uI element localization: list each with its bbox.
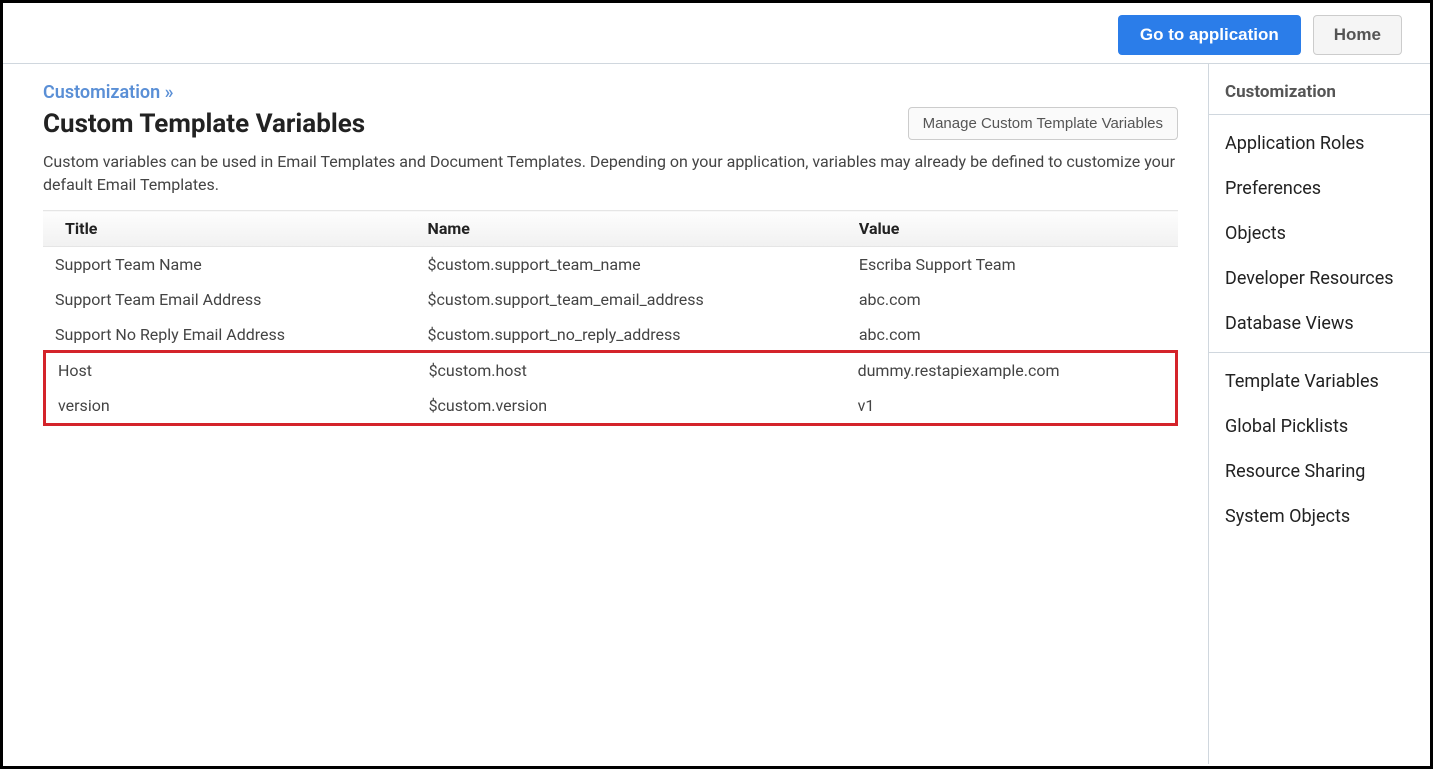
header-name: Name bbox=[418, 211, 849, 247]
layout: Customization » Custom Template Variable… bbox=[3, 63, 1430, 764]
sidebar-item-template-variables[interactable]: Template Variables bbox=[1209, 359, 1430, 404]
table-header-row: Title Name Value bbox=[43, 211, 1178, 247]
main-content: Customization » Custom Template Variable… bbox=[13, 64, 1208, 764]
cell-value: abc.com bbox=[849, 317, 1178, 352]
cell-name: $custom.support_team_email_address bbox=[418, 282, 849, 317]
table-row[interactable]: version $custom.version v1 bbox=[46, 388, 1175, 423]
cell-title: Host bbox=[46, 353, 419, 388]
top-bar: Go to application Home bbox=[3, 3, 1430, 63]
cell-value: dummy.restapiexample.com bbox=[848, 353, 1175, 388]
sidebar-item-objects[interactable]: Objects bbox=[1209, 211, 1430, 256]
table-row[interactable]: Host $custom.host dummy.restapiexample.c… bbox=[46, 353, 1175, 388]
manage-variables-button[interactable]: Manage Custom Template Variables bbox=[908, 107, 1178, 140]
sidebar-item-developer-resources[interactable]: Developer Resources bbox=[1209, 256, 1430, 301]
go-to-application-button[interactable]: Go to application bbox=[1118, 15, 1301, 55]
cell-name: $custom.support_no_reply_address bbox=[418, 317, 849, 352]
sidebar: Customization Application Roles Preferen… bbox=[1208, 64, 1430, 764]
cell-value: abc.com bbox=[849, 282, 1178, 317]
highlight-annotation: Host $custom.host dummy.restapiexample.c… bbox=[43, 350, 1178, 426]
cell-name: $custom.support_team_name bbox=[418, 247, 849, 283]
description-text: Custom variables can be used in Email Te… bbox=[43, 150, 1178, 196]
sidebar-item-application-roles[interactable]: Application Roles bbox=[1209, 121, 1430, 166]
sidebar-item-global-picklists[interactable]: Global Picklists bbox=[1209, 404, 1430, 449]
cell-value: v1 bbox=[848, 388, 1175, 423]
header-value: Value bbox=[849, 211, 1178, 247]
sidebar-section-2: Template Variables Global Picklists Reso… bbox=[1209, 353, 1430, 545]
sidebar-section-1: Application Roles Preferences Objects De… bbox=[1209, 115, 1430, 353]
sidebar-item-resource-sharing[interactable]: Resource Sharing bbox=[1209, 449, 1430, 494]
table-row[interactable]: Support No Reply Email Address $custom.s… bbox=[43, 317, 1178, 352]
cell-name: $custom.version bbox=[419, 388, 848, 423]
home-button[interactable]: Home bbox=[1313, 15, 1402, 55]
variables-table: Title Name Value Support Team Name $cust… bbox=[43, 210, 1178, 352]
table-row[interactable]: Support Team Email Address $custom.suppo… bbox=[43, 282, 1178, 317]
breadcrumb[interactable]: Customization » bbox=[43, 82, 1178, 103]
sidebar-item-system-objects[interactable]: System Objects bbox=[1209, 494, 1430, 539]
sidebar-item-database-views[interactable]: Database Views bbox=[1209, 301, 1430, 346]
cell-title: Support Team Name bbox=[43, 247, 418, 283]
cell-value: Escriba Support Team bbox=[849, 247, 1178, 283]
sidebar-header: Customization bbox=[1209, 64, 1430, 115]
cell-title: Support No Reply Email Address bbox=[43, 317, 418, 352]
cell-title: Support Team Email Address bbox=[43, 282, 418, 317]
header-title: Title bbox=[43, 211, 418, 247]
title-row: Custom Template Variables Manage Custom … bbox=[43, 107, 1178, 140]
cell-title: version bbox=[46, 388, 419, 423]
variables-table-highlighted: Host $custom.host dummy.restapiexample.c… bbox=[46, 353, 1175, 423]
cell-name: $custom.host bbox=[419, 353, 848, 388]
table-row[interactable]: Support Team Name $custom.support_team_n… bbox=[43, 247, 1178, 283]
page-title: Custom Template Variables bbox=[43, 109, 365, 139]
sidebar-item-preferences[interactable]: Preferences bbox=[1209, 166, 1430, 211]
app-frame: Go to application Home Customization » C… bbox=[0, 0, 1433, 769]
